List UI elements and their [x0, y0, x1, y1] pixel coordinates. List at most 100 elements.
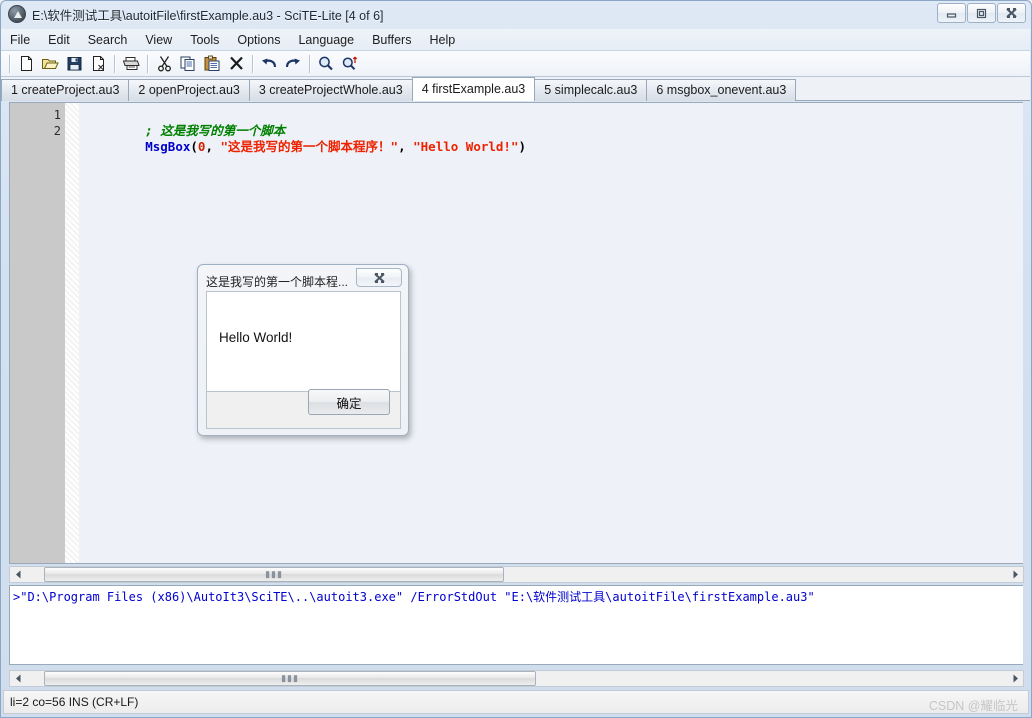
delete-icon — [229, 56, 243, 70]
scroll-left-icon — [15, 674, 20, 683]
minimize-icon — [946, 12, 957, 18]
open-file-icon — [42, 59, 59, 69]
tab-simplecalc[interactable]: 5 simplecalc.au3 — [534, 79, 648, 101]
redo-icon — [285, 58, 300, 68]
scroll-right-icon — [1013, 570, 1018, 579]
code-token-paren-close: ) — [518, 139, 527, 154]
toolbar-separator — [114, 54, 115, 73]
code-token-comma: , — [205, 139, 221, 154]
window-controls — [936, 3, 1026, 24]
buffer-tab-strip: 1 createProject.au3 2 openProject.au3 3 … — [1, 77, 1030, 101]
toolbar-separator — [309, 54, 310, 73]
toolbar — [1, 51, 1030, 77]
code-line-1: ; 这是我写的第一个脚本 — [79, 107, 1023, 138]
window-title: E:\软件测试工具\autoitFile\firstExample.au3 - … — [32, 9, 384, 23]
print-icon — [122, 57, 140, 70]
line-number: 2 — [53, 124, 61, 138]
code-token-function: MsgBox — [145, 139, 191, 154]
console-scroll-thumb[interactable]: ▮▮▮ — [44, 671, 536, 686]
scroll-right-icon — [1013, 674, 1018, 683]
code-token-comma: , — [398, 139, 414, 154]
find-button[interactable] — [314, 53, 338, 75]
find-icon — [319, 56, 333, 71]
toolbar-separator — [147, 54, 148, 73]
delete-button[interactable] — [224, 53, 248, 75]
menu-item-file[interactable]: File — [1, 31, 39, 49]
scite-lite-window: E:\软件测试工具\autoitFile\firstExample.au3 - … — [0, 0, 1032, 718]
cut-icon — [157, 56, 171, 72]
dialog-message-panel: Hello World! — [206, 291, 401, 392]
code-token-paren-open: ( — [190, 139, 198, 154]
paste-icon — [204, 55, 220, 71]
editor-scroll-thumb[interactable]: ▮▮▮ — [44, 567, 504, 582]
title-bar: E:\软件测试工具\autoitFile\firstExample.au3 - … — [0, 0, 1030, 28]
scroll-thumb-grip: ▮▮▮ — [265, 569, 283, 579]
dialog-message-text: Hello World! — [219, 330, 293, 345]
scroll-left-icon — [15, 570, 20, 579]
menu-item-language[interactable]: Language — [289, 31, 363, 49]
editor-horizontal-scrollbar[interactable]: ▮▮▮ — [9, 566, 1024, 583]
copy-icon — [180, 56, 195, 71]
undo-icon — [262, 58, 277, 68]
close-icon — [373, 272, 385, 283]
tab-firstexample[interactable]: 4 firstExample.au3 — [411, 77, 536, 101]
menu-item-search[interactable]: Search — [79, 31, 137, 49]
status-bar: li=2 co=56 INS (CR+LF) CSDN @耀临光 — [3, 690, 1029, 714]
print-button[interactable] — [119, 53, 143, 75]
scroll-right-button[interactable] — [1007, 567, 1023, 582]
code-token-string-1: "这是我写的第一个脚本程序！" — [220, 139, 399, 154]
menu-item-view[interactable]: View — [136, 31, 181, 49]
tab-openproject[interactable]: 2 openProject.au3 — [128, 79, 250, 101]
new-file-icon — [20, 56, 32, 71]
new-file-button[interactable] — [14, 53, 38, 75]
scroll-thumb-grip: ▮▮▮ — [281, 673, 299, 683]
menu-bar: File Edit Search View Tools Options Lang… — [1, 29, 1030, 51]
copy-button[interactable] — [176, 53, 200, 75]
code-editor[interactable]: 1 2 ; 这是我写的第一个脚本 MsgBox(0, "这是我写的第一个脚本程序… — [9, 102, 1023, 564]
close-file-icon — [92, 56, 104, 71]
tab-msgbox-onevent[interactable]: 6 msgbox_onevent.au3 — [646, 79, 797, 101]
toolbar-separator — [9, 54, 10, 73]
redo-button[interactable] — [281, 53, 305, 75]
menu-item-help[interactable]: Help — [420, 31, 464, 49]
line-number: 1 — [53, 108, 61, 122]
replace-button[interactable] — [338, 53, 362, 75]
close-button[interactable] — [997, 3, 1026, 23]
csdn-watermark: CSDN @耀临光 — [928, 699, 1018, 713]
console-horizontal-scrollbar[interactable]: ▮▮▮ — [9, 670, 1024, 687]
dialog-title: 这是我写的第一个脚本程... — [206, 275, 349, 289]
minimize-button[interactable] — [937, 3, 966, 23]
menu-item-options[interactable]: Options — [228, 31, 289, 49]
autoit-app-icon — [8, 5, 26, 23]
menu-item-edit[interactable]: Edit — [39, 31, 79, 49]
fold-margin[interactable] — [65, 103, 79, 563]
scroll-left-button[interactable] — [10, 671, 26, 686]
console-scroll-track[interactable]: ▮▮▮ — [26, 671, 1007, 686]
editor-scroll-track[interactable]: ▮▮▮ — [26, 567, 1007, 582]
close-file-button[interactable] — [86, 53, 110, 75]
cut-button[interactable] — [152, 53, 176, 75]
save-file-button[interactable] — [62, 53, 86, 75]
save-file-icon — [67, 57, 81, 71]
line-number-margin: 1 2 — [10, 103, 65, 563]
scroll-right-button[interactable] — [1007, 671, 1023, 686]
paste-button[interactable] — [200, 53, 224, 75]
close-icon — [1006, 7, 1017, 19]
dialog-close-button[interactable] — [356, 268, 402, 287]
menu-item-buffers[interactable]: Buffers — [363, 31, 420, 49]
tab-createprojectwhole[interactable]: 3 createProjectWhole.au3 — [248, 79, 413, 101]
menu-item-tools[interactable]: Tools — [181, 31, 228, 49]
toolbar-separator — [252, 54, 253, 73]
code-token-comment: ; 这是我写的第一个脚本 — [145, 123, 286, 138]
tab-createproject[interactable]: 1 createProject.au3 — [1, 79, 130, 101]
console-output-line: >"D:\Program Files (x86)\AutoIt3\SciTE\.… — [13, 590, 815, 604]
scroll-left-button[interactable] — [10, 567, 26, 582]
open-file-button[interactable] — [38, 53, 62, 75]
output-console[interactable]: >"D:\Program Files (x86)\AutoIt3\SciTE\.… — [9, 585, 1023, 665]
replace-icon — [342, 56, 357, 70]
dialog-ok-button[interactable]: 确定 — [308, 389, 390, 415]
undo-button[interactable] — [257, 53, 281, 75]
maximize-icon — [976, 8, 987, 18]
maximize-button[interactable] — [967, 3, 996, 23]
msgbox-dialog[interactable]: 这是我写的第一个脚本程... Hello World! 确定 — [197, 264, 409, 436]
